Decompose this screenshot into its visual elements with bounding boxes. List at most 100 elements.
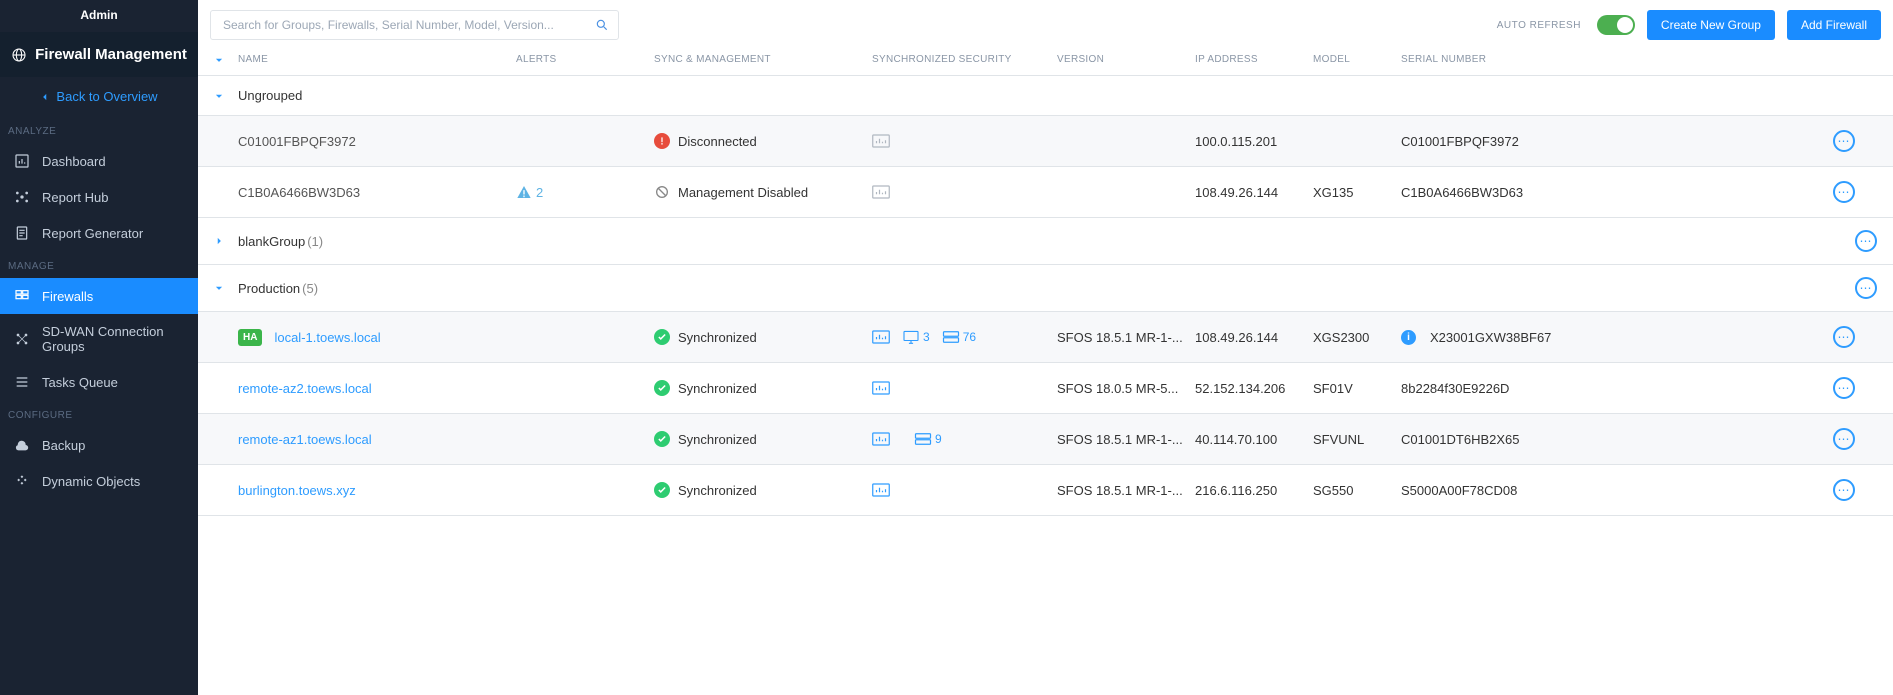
version: SFOS 18.5.1 MR-1-... bbox=[1057, 432, 1195, 447]
back-label: Back to Overview bbox=[56, 89, 157, 104]
nav-sdwan[interactable]: SD-WAN Connection Groups bbox=[0, 314, 198, 364]
ip-address: 216.6.116.250 bbox=[1195, 483, 1313, 498]
chart-icon[interactable] bbox=[872, 381, 890, 395]
nav-tasks-queue[interactable]: Tasks Queue bbox=[0, 364, 198, 400]
nav-firewalls[interactable]: Firewalls bbox=[0, 278, 198, 314]
col-model[interactable]: MODEL bbox=[1313, 54, 1401, 65]
group-count: (5) bbox=[302, 281, 318, 296]
model: SF01V bbox=[1313, 381, 1401, 396]
group-actions-button[interactable]: ⋯ bbox=[1855, 277, 1877, 299]
serial-number: C01001DT6HB2X65 bbox=[1401, 432, 1833, 447]
ip-address: 40.114.70.100 bbox=[1195, 432, 1313, 447]
server-icon[interactable]: 76 bbox=[942, 330, 976, 344]
firewall-name[interactable]: remote-az1.toews.local bbox=[238, 432, 372, 447]
row-actions-button[interactable]: ⋯ bbox=[1833, 428, 1855, 450]
row-actions-button[interactable]: ⋯ bbox=[1833, 181, 1855, 203]
caret-down-icon bbox=[214, 91, 232, 101]
table-header: NAME ALERTS SYNC & MANAGEMENT SYNCHRONIZ… bbox=[198, 44, 1893, 76]
dashboard-icon bbox=[14, 153, 30, 169]
sync-status: Synchronized bbox=[678, 483, 757, 498]
ip-address: 52.152.134.206 bbox=[1195, 381, 1313, 396]
version: SFOS 18.5.1 MR-1-... bbox=[1057, 483, 1195, 498]
chart-icon[interactable] bbox=[872, 432, 890, 446]
auto-refresh-toggle[interactable] bbox=[1597, 15, 1635, 35]
section-analyze: ANALYZE bbox=[0, 116, 198, 143]
create-group-button[interactable]: Create New Group bbox=[1647, 10, 1775, 40]
check-icon bbox=[654, 380, 670, 396]
col-ip[interactable]: IP ADDRESS bbox=[1195, 54, 1313, 65]
report-hub-icon bbox=[14, 189, 30, 205]
sync-status: Synchronized bbox=[678, 432, 757, 447]
nav-label: Dynamic Objects bbox=[42, 474, 140, 489]
row-actions-button[interactable]: ⋯ bbox=[1833, 130, 1855, 152]
serial-number: X23001GXW38BF67 bbox=[1430, 330, 1551, 345]
col-serial[interactable]: SERIAL NUMBER bbox=[1401, 54, 1833, 65]
server-count: 76 bbox=[963, 330, 976, 344]
alert-icon bbox=[654, 133, 670, 149]
section-manage: MANAGE bbox=[0, 251, 198, 278]
group-actions-button[interactable]: ⋯ bbox=[1855, 230, 1877, 252]
warning-icon[interactable]: 2 bbox=[516, 184, 543, 200]
firewall-name[interactable]: burlington.toews.xyz bbox=[238, 483, 356, 498]
firewalls-icon bbox=[14, 288, 30, 304]
nav-dynamic-objects[interactable]: Dynamic Objects bbox=[0, 463, 198, 499]
model: SG550 bbox=[1313, 483, 1401, 498]
chart-icon[interactable] bbox=[872, 330, 890, 344]
col-version[interactable]: VERSION bbox=[1057, 54, 1195, 65]
col-alerts[interactable]: ALERTS bbox=[516, 54, 654, 65]
admin-link[interactable]: Admin bbox=[0, 0, 198, 32]
table-row: burlington.toews.xyz Synchronized SFOS 1… bbox=[198, 465, 1893, 516]
alert-count: 2 bbox=[536, 185, 543, 200]
row-actions-button[interactable]: ⋯ bbox=[1833, 377, 1855, 399]
serial-number: S5000A00F78CD08 bbox=[1401, 483, 1833, 498]
sync-status: Synchronized bbox=[678, 381, 757, 396]
firewall-name[interactable]: remote-az2.toews.local bbox=[238, 381, 372, 396]
search-wrap bbox=[210, 10, 619, 40]
tasks-icon bbox=[14, 374, 30, 390]
firewall-name[interactable]: C01001FBPQF3972 bbox=[238, 134, 356, 149]
add-firewall-button[interactable]: Add Firewall bbox=[1787, 10, 1881, 40]
table-row: C1B0A6466BW3D63 2 Management Disabled 10… bbox=[198, 167, 1893, 218]
row-actions-button[interactable]: ⋯ bbox=[1833, 479, 1855, 501]
group-blank[interactable]: blankGroup (1) ⋯ bbox=[198, 218, 1893, 265]
firewall-name[interactable]: local-1.toews.local bbox=[274, 330, 380, 345]
group-count: (1) bbox=[307, 234, 323, 249]
group-production[interactable]: Production (5) ⋯ bbox=[198, 265, 1893, 312]
ip-address: 108.49.26.144 bbox=[1195, 185, 1313, 200]
model: XGS2300 bbox=[1313, 330, 1401, 345]
nav-label: SD-WAN Connection Groups bbox=[42, 324, 184, 354]
server-icon[interactable]: 9 bbox=[914, 432, 942, 446]
col-sync[interactable]: SYNC & MANAGEMENT bbox=[654, 54, 872, 65]
info-icon[interactable]: i bbox=[1401, 330, 1416, 345]
serial-number: C1B0A6466BW3D63 bbox=[1401, 185, 1833, 200]
search-input[interactable] bbox=[210, 10, 619, 40]
col-name[interactable]: NAME bbox=[238, 54, 516, 65]
group-ungrouped[interactable]: Ungrouped bbox=[198, 76, 1893, 116]
report-generator-icon bbox=[14, 225, 30, 241]
serial-number: 8b2284f30E9226D bbox=[1401, 381, 1833, 396]
group-label: blankGroup bbox=[238, 234, 305, 249]
back-to-overview[interactable]: Back to Overview bbox=[0, 77, 198, 116]
chart-icon bbox=[872, 134, 890, 148]
nav-dashboard[interactable]: Dashboard bbox=[0, 143, 198, 179]
sort-arrow-icon[interactable] bbox=[214, 55, 232, 65]
row-actions-button[interactable]: ⋯ bbox=[1833, 326, 1855, 348]
nav-report-hub[interactable]: Report Hub bbox=[0, 179, 198, 215]
ip-address: 100.0.115.201 bbox=[1195, 134, 1313, 149]
nav-label: Tasks Queue bbox=[42, 375, 118, 390]
model: SFVUNL bbox=[1313, 432, 1401, 447]
model: XG135 bbox=[1313, 185, 1401, 200]
search-icon[interactable] bbox=[595, 18, 609, 32]
firewall-management-header: Firewall Management bbox=[0, 32, 198, 77]
firewall-name[interactable]: C1B0A6466BW3D63 bbox=[238, 185, 360, 200]
monitor-icon[interactable]: 3 bbox=[902, 330, 930, 344]
version: SFOS 18.5.1 MR-1-... bbox=[1057, 330, 1195, 345]
chart-icon[interactable] bbox=[872, 483, 890, 497]
sdwan-icon bbox=[14, 331, 30, 347]
sync-status: Management Disabled bbox=[678, 185, 808, 200]
nav-report-generator[interactable]: Report Generator bbox=[0, 215, 198, 251]
col-sec[interactable]: SYNCHRONIZED SECURITY bbox=[872, 54, 1057, 65]
auto-refresh-label: AUTO REFRESH bbox=[1497, 20, 1581, 31]
nav-backup[interactable]: Backup bbox=[0, 427, 198, 463]
section-configure: CONFIGURE bbox=[0, 400, 198, 427]
